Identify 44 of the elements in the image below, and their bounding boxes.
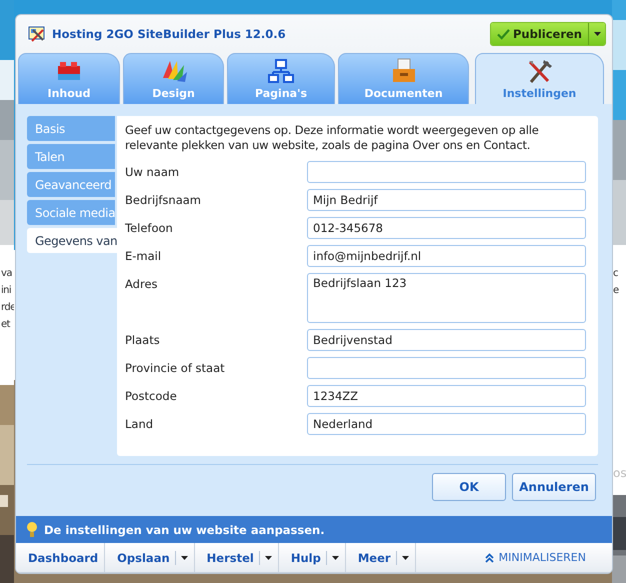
status-text: De instellingen van uw website aanpassen. <box>44 522 325 536</box>
minimize-button[interactable]: MINIMALISEREN <box>484 543 612 572</box>
toolbar-button[interactable]: Hulp <box>278 543 346 572</box>
toolbar-button[interactable]: Herstel <box>194 543 279 572</box>
page-text: e <box>612 284 619 298</box>
field-label: E-mail <box>125 248 162 265</box>
field-label: Plaats <box>125 332 161 349</box>
dialog-button[interactable]: OK <box>432 473 506 501</box>
check-icon <box>496 28 510 40</box>
input-field[interactable]: Nederland <box>307 413 586 435</box>
toolbar-button[interactable]: Dashboard <box>16 543 106 572</box>
input-field[interactable]: 1234ZZ <box>307 385 586 407</box>
address-field[interactable]: Bedrijfslaan 123 <box>307 273 586 323</box>
field-label: Land <box>125 416 154 433</box>
sidebar-item[interactable]: Gegevens van <box>27 228 117 253</box>
input-field[interactable] <box>307 357 586 379</box>
input-field[interactable]: Mijn Bedrijf <box>307 189 586 211</box>
sitemap-icon <box>267 58 295 84</box>
page-text: va <box>0 267 12 281</box>
field-label: Telefoon <box>125 220 174 237</box>
page-text: os <box>612 465 626 482</box>
window-title: Hosting 2GO SiteBuilder Plus 12.0.6 <box>52 27 286 41</box>
publish-menu-button[interactable] <box>588 23 605 45</box>
input-field[interactable]: 012-345678 <box>307 217 586 239</box>
caret-icon <box>594 32 600 36</box>
field-label: Adres <box>125 276 159 293</box>
field-label: Uw naam <box>125 164 180 181</box>
dialog-button[interactable]: Annuleren <box>512 473 596 501</box>
double-chevron-up-icon <box>484 552 494 562</box>
input-field[interactable]: Bedrijvenstad <box>307 329 586 351</box>
field-label: Bedrijfsnaam <box>125 192 202 209</box>
page-text: et <box>0 318 10 332</box>
page-text: ini <box>0 284 12 298</box>
toolbar-button[interactable]: Meer <box>346 543 416 572</box>
publish-button[interactable]: Publiceren <box>490 23 588 45</box>
input-field[interactable] <box>307 161 586 183</box>
input-field[interactable]: info@mijnbedrijf.nl <box>307 245 586 267</box>
page-text: c <box>612 267 618 281</box>
intro-text: Geef uw contactgegevens op. Deze informatie wordt weergegeven op alle relevante plekken van uw website, zoals de pagina Over ons en Contact. <box>125 123 540 153</box>
field-label: Postcode <box>125 388 178 405</box>
field-label: Provincie of staat <box>125 360 226 377</box>
app-icon <box>28 25 46 43</box>
lightbulb-icon <box>26 520 38 538</box>
toolbar-button[interactable]: Opslaan <box>105 543 195 572</box>
